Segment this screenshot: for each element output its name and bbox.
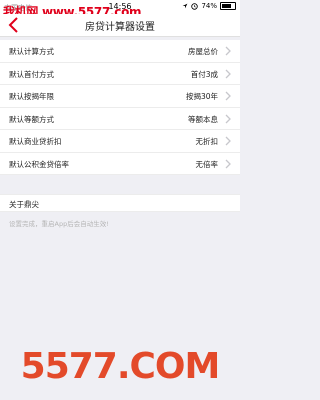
- setting-value: 按揭30年: [185, 92, 218, 101]
- setting-value: 首付3成: [190, 69, 218, 79]
- setting-value: 无折扣: [195, 137, 219, 146]
- about-label: 关于鼎尖: [9, 200, 39, 209]
- chevron-right-icon: [225, 69, 231, 78]
- battery-percent: 74%: [201, 2, 217, 10]
- settings-list: 默认计算方式 房屋总价默认首付方式 首付3成默认按揭年限 按揭30年默认等额方式 等额本…: [0, 40, 240, 175]
- chevron-right-icon: [225, 46, 231, 56]
- setting-row-down-payment[interactable]: 默认首付方式 首付3成: [0, 63, 240, 85]
- settings-hint: 设置完成，重启App后会自动生效!: [9, 220, 109, 228]
- setting-label: 默认首付方式: [9, 69, 54, 79]
- watermark-bottom: 5577.COM: [20, 346, 221, 387]
- setting-row-loan-years[interactable]: 默认按揭年限 按揭30年: [0, 85, 240, 108]
- setting-row-commercial-discount[interactable]: 默认商业贷折扣 无折扣: [0, 130, 240, 153]
- location-icon: [183, 3, 188, 9]
- setting-row-calc-method[interactable]: 默认计算方式 房屋总价: [0, 40, 240, 63]
- setting-label: 默认计算方式: [9, 47, 54, 56]
- alarm-icon: [191, 2, 199, 10]
- setting-label: 默认按揭年限: [9, 92, 54, 101]
- setting-label: 默认商业贷折扣: [9, 137, 62, 146]
- chevron-right-icon: [225, 136, 231, 146]
- setting-row-repay-method[interactable]: 默认等额方式 等额本息: [0, 108, 240, 130]
- setting-value: 房屋总价: [188, 47, 218, 56]
- status-right: 74%: [182, 2, 236, 10]
- setting-label: 默认等额方式: [9, 114, 54, 124]
- chevron-right-icon: [225, 114, 231, 123]
- setting-value: 无倍率: [195, 159, 219, 169]
- setting-value: 等额本息: [188, 114, 218, 124]
- page-title: 房贷计算器设置: [85, 22, 155, 33]
- setting-row-fund-rate[interactable]: 默认公积金贷倍率 无倍率: [0, 153, 240, 175]
- battery-icon: [220, 2, 236, 10]
- setting-label: 默认公积金贷倍率: [9, 159, 69, 169]
- chevron-right-icon: [225, 91, 231, 101]
- about-row[interactable]: 关于鼎尖: [0, 194, 240, 212]
- nav-bar: 房贷计算器设置: [0, 14, 240, 37]
- battery-fill: [222, 4, 231, 8]
- chevron-right-icon: [225, 159, 231, 168]
